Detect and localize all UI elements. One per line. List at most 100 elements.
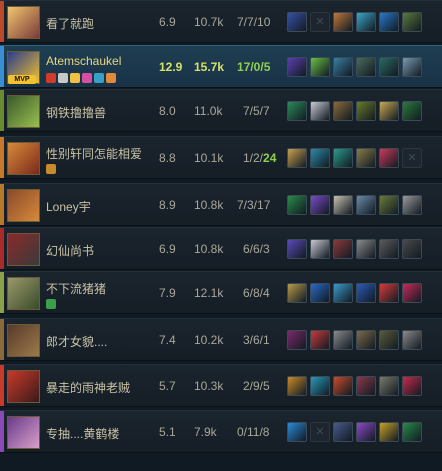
team-stripe bbox=[0, 319, 4, 360]
item-slot-5-icon[interactable] bbox=[379, 239, 399, 259]
player-row[interactable]: 看了就跑 6.9 10.7k 7/7/10 ✕ bbox=[0, 0, 442, 43]
player-name[interactable]: Atemschaukel bbox=[46, 54, 121, 68]
item-slot-4-icon[interactable] bbox=[356, 283, 376, 303]
item-slot-6-icon[interactable] bbox=[402, 283, 422, 303]
item-slot-4-icon[interactable] bbox=[356, 330, 376, 350]
item-slot-1-icon[interactable] bbox=[287, 101, 307, 121]
player-row[interactable]: 专抽....黄鹤楼 5.1 7.9k 0/11/8 ✕ bbox=[0, 410, 442, 453]
item-slot-4-icon[interactable] bbox=[356, 422, 376, 442]
player-row[interactable]: 暴走的雨神老贼 5.7 10.3k 2/9/5 bbox=[0, 364, 442, 407]
player-name[interactable]: 不下流猪猪 bbox=[46, 280, 106, 297]
item-slot-3-icon[interactable] bbox=[333, 101, 353, 121]
item-slot-5-icon[interactable] bbox=[379, 422, 399, 442]
player-name[interactable]: 专抽....黄鹤楼 bbox=[46, 425, 119, 442]
player-row[interactable]: 郎才女貌.... 7.4 10.2k 3/6/1 bbox=[0, 318, 442, 361]
item-slot-2-icon[interactable] bbox=[310, 330, 330, 350]
item-slot-3-icon[interactable] bbox=[333, 148, 353, 168]
achievement-icons bbox=[46, 299, 58, 310]
item-slot-4-icon[interactable] bbox=[356, 12, 376, 32]
champion-portrait-icon[interactable] bbox=[7, 189, 40, 222]
empty-item-slot-icon[interactable]: ✕ bbox=[402, 148, 422, 168]
item-slot-5-icon[interactable] bbox=[379, 330, 399, 350]
champion-portrait-icon[interactable] bbox=[7, 324, 40, 357]
item-slot-3-icon[interactable] bbox=[333, 376, 353, 396]
item-slot-1-icon[interactable] bbox=[287, 376, 307, 396]
player-row[interactable]: 幻仙尚书 6.9 10.8k 6/6/3 bbox=[0, 227, 442, 270]
item-slot-2-icon[interactable] bbox=[310, 148, 330, 168]
player-name[interactable]: 钢铁撸撸兽 bbox=[46, 104, 106, 121]
player-name[interactable]: 看了就跑 bbox=[46, 15, 94, 32]
item-slot-3-icon[interactable] bbox=[333, 195, 353, 215]
champion-portrait-icon[interactable] bbox=[7, 233, 40, 266]
item-slot-6-icon[interactable] bbox=[402, 422, 422, 442]
kda-stat: 6/8/4 bbox=[243, 286, 270, 300]
player-row[interactable]: 钢铁撸撸兽 8.0 11.0k 7/5/7 bbox=[0, 89, 442, 132]
item-slot-3-icon[interactable] bbox=[333, 330, 353, 350]
gold-earned: 15.7k bbox=[194, 60, 225, 74]
item-slot-2-icon[interactable] bbox=[310, 283, 330, 303]
item-slot-5-icon[interactable] bbox=[379, 57, 399, 77]
player-row[interactable]: 不下流猪猪 7.9 12.1k 6/8/4 bbox=[0, 271, 442, 314]
item-slot-6-icon[interactable] bbox=[402, 195, 422, 215]
team-stripe bbox=[0, 90, 4, 131]
item-slot-1-icon[interactable] bbox=[287, 148, 307, 168]
item-slot-5-icon[interactable] bbox=[379, 12, 399, 32]
item-slot-1-icon[interactable] bbox=[287, 239, 307, 259]
item-slot-4-icon[interactable] bbox=[356, 101, 376, 121]
item-slot-6-icon[interactable] bbox=[402, 57, 422, 77]
player-name[interactable]: 幻仙尚书 bbox=[46, 242, 94, 259]
champion-portrait-icon[interactable] bbox=[7, 95, 40, 128]
item-slot-1-icon[interactable] bbox=[287, 57, 307, 77]
item-slot-1-icon[interactable] bbox=[287, 195, 307, 215]
player-row[interactable]: 性别轩同怎能相爱 8.8 10.1k 1/2/24 ✕ bbox=[0, 136, 442, 179]
item-slot-5-icon[interactable] bbox=[379, 195, 399, 215]
item-slot-3-icon[interactable] bbox=[333, 283, 353, 303]
player-name[interactable]: 郎才女貌.... bbox=[46, 333, 107, 350]
item-slot-6-icon[interactable] bbox=[402, 101, 422, 121]
champion-portrait-icon[interactable] bbox=[7, 277, 40, 310]
item-slot-3-icon[interactable] bbox=[333, 239, 353, 259]
performance-score: 7.9 bbox=[159, 286, 176, 300]
item-slot-1-icon[interactable] bbox=[287, 283, 307, 303]
champion-portrait-icon[interactable] bbox=[7, 370, 40, 403]
item-slot-1-icon[interactable] bbox=[287, 330, 307, 350]
kda-text: 2/9/5 bbox=[243, 379, 270, 393]
item-slot-1-icon[interactable] bbox=[287, 422, 307, 442]
player-name[interactable]: 暴走的雨神老贼 bbox=[46, 379, 130, 396]
gold-earned: 10.1k bbox=[194, 151, 224, 165]
item-slot-5-icon[interactable] bbox=[379, 376, 399, 396]
item-slot-4-icon[interactable] bbox=[356, 376, 376, 396]
champion-portrait-icon[interactable] bbox=[7, 142, 40, 175]
item-slot-4-icon[interactable] bbox=[356, 148, 376, 168]
player-row[interactable]: Loney宇 8.9 10.8k 7/3/17 bbox=[0, 183, 442, 226]
item-slot-5-icon[interactable] bbox=[379, 148, 399, 168]
item-slot-6-icon[interactable] bbox=[402, 330, 422, 350]
empty-item-slot-icon[interactable]: ✕ bbox=[310, 422, 330, 442]
item-slot-5-icon[interactable] bbox=[379, 101, 399, 121]
champion-portrait-icon[interactable] bbox=[7, 416, 40, 449]
player-row[interactable]: MVP Atemschaukel 12.9 15.7k 17/0/5 bbox=[0, 45, 442, 88]
item-slot-3-icon[interactable] bbox=[333, 57, 353, 77]
item-slot-2-icon[interactable] bbox=[310, 376, 330, 396]
item-slot-6-icon[interactable] bbox=[402, 376, 422, 396]
item-slot-3-icon[interactable] bbox=[333, 12, 353, 32]
item-slot-6-icon[interactable] bbox=[402, 239, 422, 259]
item-slot-4-icon[interactable] bbox=[356, 57, 376, 77]
item-slot-5-icon[interactable] bbox=[379, 283, 399, 303]
item-slot-6-icon[interactable] bbox=[402, 12, 422, 32]
item-slot-4-icon[interactable] bbox=[356, 239, 376, 259]
player-name[interactable]: Loney宇 bbox=[46, 198, 91, 215]
item-slot-2-icon[interactable] bbox=[310, 195, 330, 215]
item-slot-1-icon[interactable] bbox=[287, 12, 307, 32]
item-slot-4-icon[interactable] bbox=[356, 195, 376, 215]
kda-stat: 7/5/7 bbox=[243, 104, 270, 118]
achievement-icon bbox=[94, 73, 104, 83]
kda-stat: 2/9/5 bbox=[243, 379, 270, 393]
champion-portrait-icon[interactable] bbox=[7, 6, 40, 39]
item-slot-2-icon[interactable] bbox=[310, 57, 330, 77]
item-slot-2-icon[interactable] bbox=[310, 101, 330, 121]
empty-item-slot-icon[interactable]: ✕ bbox=[310, 12, 330, 32]
item-slot-3-icon[interactable] bbox=[333, 422, 353, 442]
player-name[interactable]: 性别轩同怎能相爱 bbox=[46, 145, 142, 162]
item-slot-2-icon[interactable] bbox=[310, 239, 330, 259]
